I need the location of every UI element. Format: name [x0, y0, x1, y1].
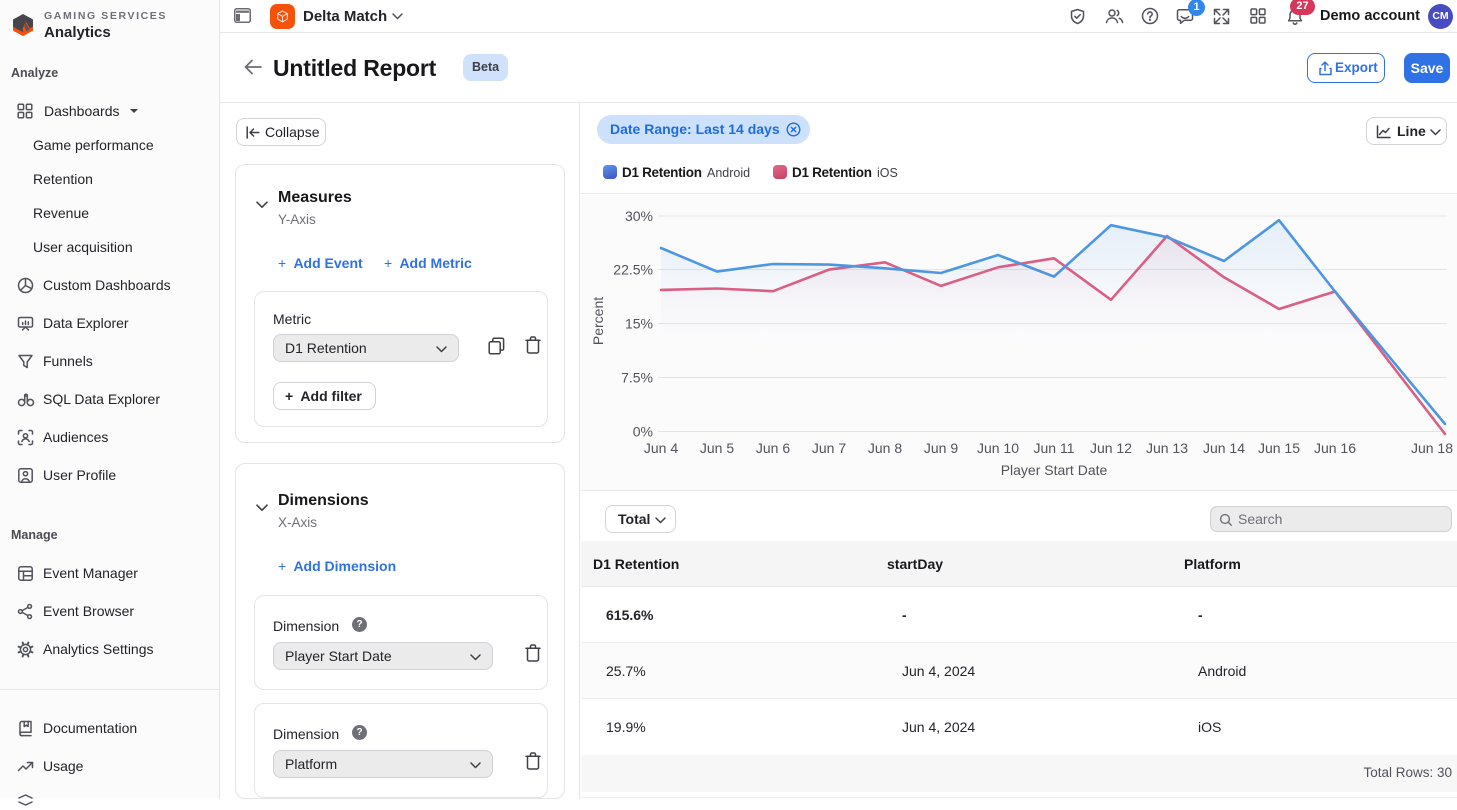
svg-text:Jun 4: Jun 4: [644, 440, 678, 456]
svg-text:Jun 9: Jun 9: [924, 440, 958, 456]
svg-text:Jun 8: Jun 8: [868, 440, 902, 456]
svg-text:22.5%: 22.5%: [613, 262, 653, 278]
svg-text:0%: 0%: [633, 424, 653, 440]
svg-text:Jun 18: Jun 18: [1411, 440, 1453, 456]
svg-text:7.5%: 7.5%: [621, 370, 653, 386]
svg-text:Player Start Date: Player Start Date: [1001, 462, 1108, 478]
svg-text:30%: 30%: [625, 208, 653, 224]
svg-text:Jun 5: Jun 5: [700, 440, 734, 456]
svg-text:Jun 14: Jun 14: [1203, 440, 1245, 456]
svg-text:Jun 10: Jun 10: [977, 440, 1019, 456]
svg-text:Jun 12: Jun 12: [1090, 440, 1132, 456]
svg-text:Jun 7: Jun 7: [812, 440, 846, 456]
svg-text:Jun 13: Jun 13: [1146, 440, 1188, 456]
svg-text:Jun 11: Jun 11: [1034, 440, 1075, 456]
svg-text:Percent: Percent: [590, 297, 606, 345]
svg-text:Jun 15: Jun 15: [1258, 440, 1300, 456]
svg-text:Jun 6: Jun 6: [756, 440, 790, 456]
svg-text:15%: 15%: [625, 316, 653, 332]
svg-text:Jun 16: Jun 16: [1314, 440, 1356, 456]
